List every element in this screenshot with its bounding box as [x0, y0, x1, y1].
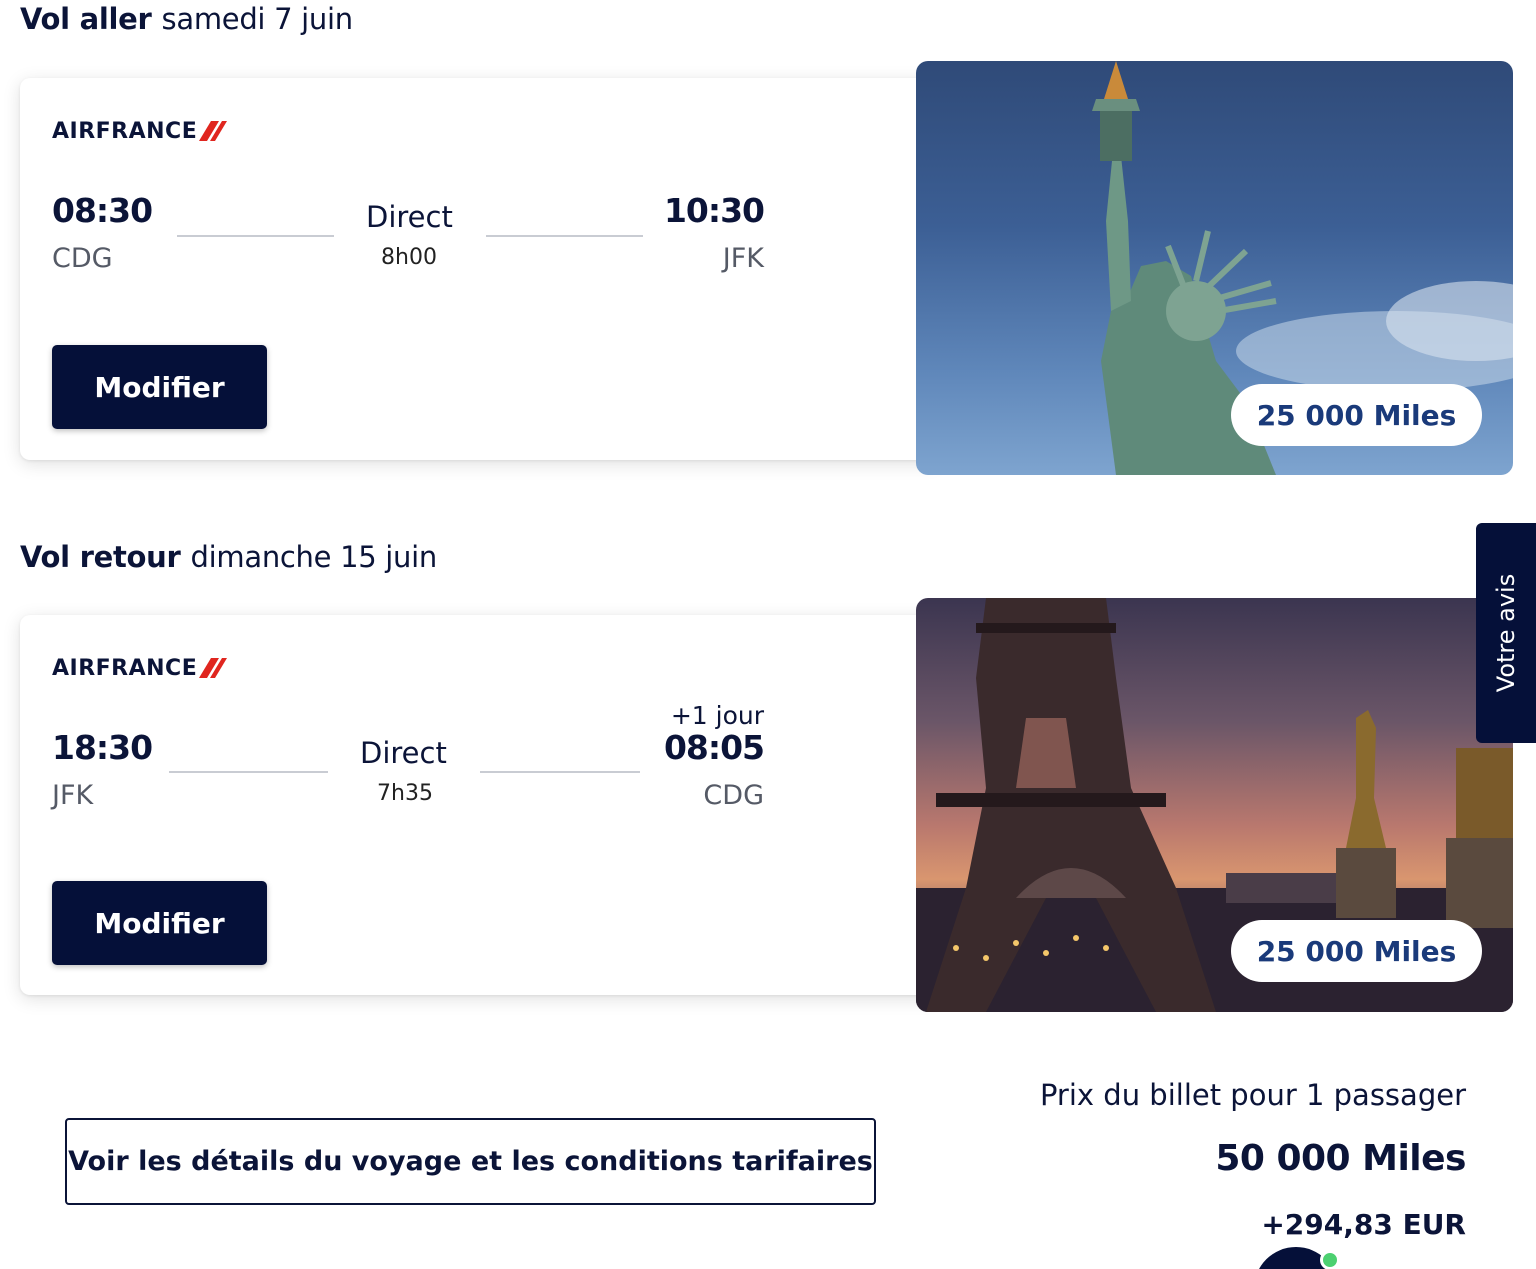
outbound-date: samedi 7 juin — [161, 2, 354, 36]
departure-time: 08:30 — [52, 191, 153, 230]
destination-photo-paris: 25 000 Miles — [916, 598, 1513, 1012]
feedback-tab[interactable]: Votre avis — [1476, 523, 1536, 743]
route-line-right — [480, 771, 640, 773]
return-flight-card: AIRFRANCE 18:30 JFK Direct 7h35 +1 jour … — [20, 615, 940, 995]
outbound-heading: Vol aller samedi 7 juin — [20, 2, 353, 36]
miles-badge: 25 000 Miles — [1231, 920, 1482, 982]
modify-return-button[interactable]: Modifier — [52, 881, 267, 965]
departure-time: 18:30 — [52, 728, 153, 767]
online-status-dot — [1320, 1250, 1340, 1269]
destination-photo-new-york: 25 000 Miles — [916, 61, 1513, 475]
airline-wordmark: AIRFRANCE — [52, 118, 198, 144]
return-heading: Vol retour dimanche 15 juin — [20, 540, 437, 574]
airfrance-stripe-icon — [199, 658, 228, 678]
departure-airport: CDG — [52, 243, 113, 274]
arrival-time: 10:30 — [663, 191, 765, 230]
outbound-flight-card: AIRFRANCE 08:30 CDG Direct 8h00 10:30 JF… — [20, 78, 940, 460]
modify-outbound-button[interactable]: Modifier — [52, 345, 267, 429]
arrival-time: 08:05 — [663, 728, 765, 767]
outbound-label: Vol aller — [20, 2, 152, 36]
flight-duration: 7h35 — [377, 781, 433, 806]
taxes-amount: +294,83 EUR — [1261, 1208, 1466, 1241]
miles-badge: 25 000 Miles — [1231, 384, 1482, 446]
route-line-left — [169, 771, 328, 773]
price-caption: Prix du billet pour 1 passager — [1039, 1078, 1466, 1112]
arrival-airport: JFK — [722, 243, 764, 274]
trip-details-button[interactable]: Voir les détails du voyage et les condit… — [65, 1118, 876, 1205]
route-line-right — [486, 235, 643, 237]
total-miles: 50 000 Miles — [1215, 1138, 1466, 1179]
return-label: Vol retour — [20, 540, 181, 574]
airline-logo: AIRFRANCE — [52, 118, 228, 144]
flight-duration: 8h00 — [381, 245, 437, 270]
route-line-left — [177, 235, 334, 237]
arrival-airport: CDG — [703, 780, 764, 811]
return-date: dimanche 15 juin — [190, 540, 438, 574]
airline-wordmark: AIRFRANCE — [52, 655, 198, 681]
feedback-tab-label: Votre avis — [1492, 573, 1520, 693]
airfrance-stripe-icon — [199, 121, 228, 141]
stops-label: Direct — [366, 200, 453, 234]
day-offset: +1 jour — [670, 701, 764, 730]
stops-label: Direct — [360, 736, 447, 770]
departure-airport: JFK — [52, 780, 94, 811]
airline-logo: AIRFRANCE — [52, 655, 228, 681]
